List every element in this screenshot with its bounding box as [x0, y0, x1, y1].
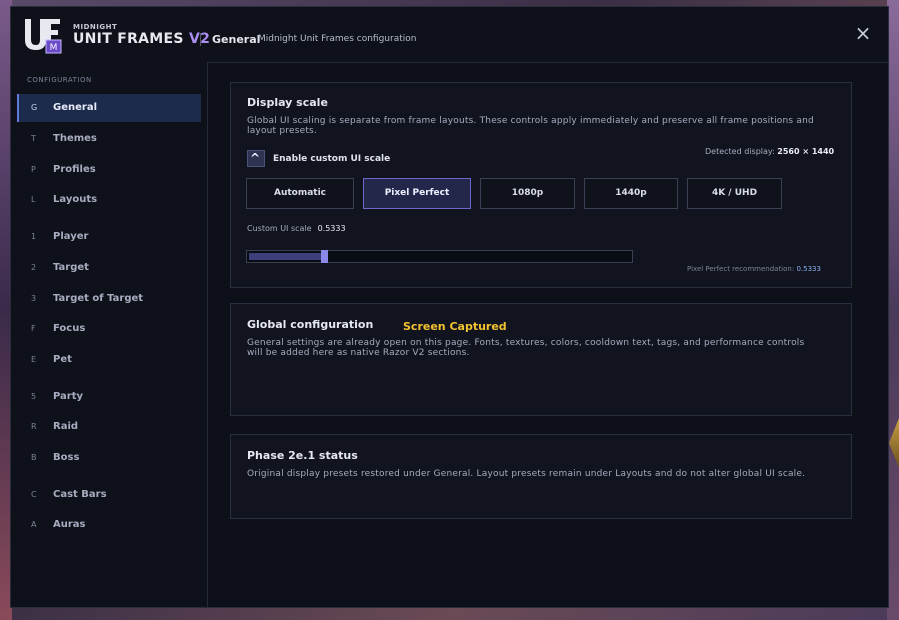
- sidebar-item-label: Pet: [53, 354, 72, 365]
- sidebar-item-label: Cast Bars: [53, 489, 107, 500]
- description-line: layout presets.: [247, 126, 317, 136]
- recommendation-value: 0.5333: [796, 265, 821, 273]
- description-line: General settings are already open on thi…: [247, 338, 805, 348]
- recommendation-label: Pixel Perfect recommendation:: [687, 265, 795, 273]
- sidebar-item-label: Raid: [53, 421, 79, 432]
- sidebar-heading: CONFIGURATION: [27, 76, 92, 84]
- sidebar-item-key: C: [31, 490, 37, 499]
- sidebar-item-label: Layouts: [53, 194, 98, 205]
- sidebar-item-key: B: [31, 453, 37, 462]
- title-bar: M MIDNIGHT UNIT FRAMES V2 General Midnig…: [11, 7, 888, 63]
- preset-1080p-button[interactable]: 1080p: [480, 178, 575, 209]
- sidebar-item-key: P: [31, 165, 36, 174]
- preset-1440p-button[interactable]: 1440p: [584, 178, 678, 209]
- slider-thumb[interactable]: [321, 250, 328, 263]
- logo-badge: M: [50, 43, 58, 53]
- brand-name: UNIT FRAMES: [73, 31, 184, 47]
- sidebar-item-label: Themes: [53, 133, 97, 144]
- sidebar: CONFIGURATION G General T Themes P Profi…: [11, 62, 208, 607]
- page-subtitle: Midnight Unit Frames configuration: [258, 34, 417, 44]
- sidebar-item-target[interactable]: 2 Target: [17, 254, 201, 282]
- sidebar-item-key: R: [31, 422, 37, 431]
- sidebar-item-key: F: [31, 324, 36, 333]
- preset-4k-uhd-button[interactable]: 4K / UHD: [687, 178, 782, 209]
- panel-description: Global UI scaling is separate from frame…: [247, 116, 814, 136]
- recommendation: Pixel Perfect recommendation: 0.5333: [687, 265, 821, 273]
- ui-scale-slider[interactable]: [246, 250, 633, 263]
- screen-captured-overlay: Screen Captured: [403, 320, 507, 333]
- sidebar-item-key: T: [31, 134, 36, 143]
- sidebar-item-layouts[interactable]: L Layouts: [17, 186, 201, 214]
- sidebar-item-label: Profiles: [53, 164, 96, 175]
- sidebar-item-label: Focus: [53, 323, 86, 334]
- description-line: will be added here as native Razor V2 se…: [247, 348, 470, 358]
- slider-fill: [249, 253, 321, 260]
- sidebar-item-label: Auras: [53, 519, 86, 530]
- sidebar-item-key: L: [31, 195, 36, 204]
- sidebar-item-key: A: [31, 520, 37, 529]
- close-icon: ×: [854, 21, 872, 45]
- sidebar-item-key: 2: [31, 263, 37, 272]
- global-config-panel: Global configuration Screen Captured Gen…: [230, 303, 852, 416]
- check-icon: ^: [250, 151, 261, 165]
- sidebar-item-themes[interactable]: T Themes: [17, 125, 201, 153]
- sidebar-item-profiles[interactable]: P Profiles: [17, 156, 201, 184]
- panel-title: Phase 2e.1 status: [247, 449, 358, 462]
- sidebar-item-general[interactable]: G General: [17, 94, 201, 122]
- sidebar-item-target-of-target[interactable]: 3 Target of Target: [17, 285, 201, 313]
- preset-automatic-button[interactable]: Automatic: [246, 178, 354, 209]
- page-title: General: [212, 33, 261, 46]
- custom-scale-label: Enable custom UI scale: [273, 154, 391, 164]
- description-line: Global UI scaling is separate from frame…: [247, 116, 814, 126]
- sidebar-item-label: Target of Target: [53, 293, 144, 304]
- sidebar-item-key: 1: [31, 232, 37, 241]
- detected-value: 2560 × 1440: [777, 147, 835, 156]
- preset-pixel-perfect-button[interactable]: Pixel Perfect: [363, 178, 471, 209]
- custom-scale-readout: Custom UI scale 0.5333: [247, 224, 346, 233]
- phase-status-panel: Phase 2e.1 status Original display prese…: [230, 434, 852, 519]
- sidebar-item-player[interactable]: 1 Player: [17, 223, 201, 251]
- custom-scale-value: 0.5333: [317, 224, 346, 233]
- sidebar-item-party[interactable]: 5 Party: [17, 383, 201, 411]
- detected-label: Detected display:: [705, 147, 775, 156]
- sidebar-item-raid[interactable]: R Raid: [17, 413, 201, 441]
- detected-display: Detected display: 2560 × 1440: [705, 147, 834, 156]
- addon-logo-icon: M: [22, 16, 62, 54]
- sidebar-item-cast-bars[interactable]: C Cast Bars: [17, 481, 201, 509]
- sidebar-item-auras[interactable]: A Auras: [17, 511, 201, 539]
- brand-subtitle: MIDNIGHT: [73, 23, 118, 31]
- sidebar-item-label: General: [53, 102, 97, 113]
- brand-title: UNIT FRAMES V2: [73, 31, 210, 47]
- sidebar-item-focus[interactable]: F Focus: [17, 315, 201, 343]
- settings-window: M MIDNIGHT UNIT FRAMES V2 General Midnig…: [10, 6, 889, 608]
- sidebar-item-key: E: [31, 355, 37, 364]
- close-button[interactable]: ×: [853, 23, 873, 43]
- panel-title: Display scale: [247, 96, 328, 109]
- sidebar-item-pet[interactable]: E Pet: [17, 346, 201, 374]
- sidebar-item-label: Boss: [53, 452, 80, 463]
- sidebar-item-key: G: [31, 103, 38, 112]
- sidebar-item-label: Player: [53, 231, 89, 242]
- custom-scale-checkbox[interactable]: ^: [247, 150, 265, 167]
- sidebar-item-label: Target: [53, 262, 89, 273]
- sidebar-item-key: 5: [31, 392, 37, 401]
- sidebar-item-key: 3: [31, 294, 37, 303]
- panel-description: Original display presets restored under …: [247, 469, 806, 479]
- sidebar-item-boss[interactable]: B Boss: [17, 444, 201, 472]
- sidebar-item-label: Party: [53, 391, 84, 402]
- panel-description: General settings are already open on thi…: [247, 338, 804, 358]
- title-separator: [200, 33, 201, 46]
- display-scale-panel: Display scale Global UI scaling is separ…: [230, 82, 852, 288]
- panel-title: Global configuration: [247, 318, 374, 331]
- custom-scale-label-text: Custom UI scale: [247, 224, 312, 233]
